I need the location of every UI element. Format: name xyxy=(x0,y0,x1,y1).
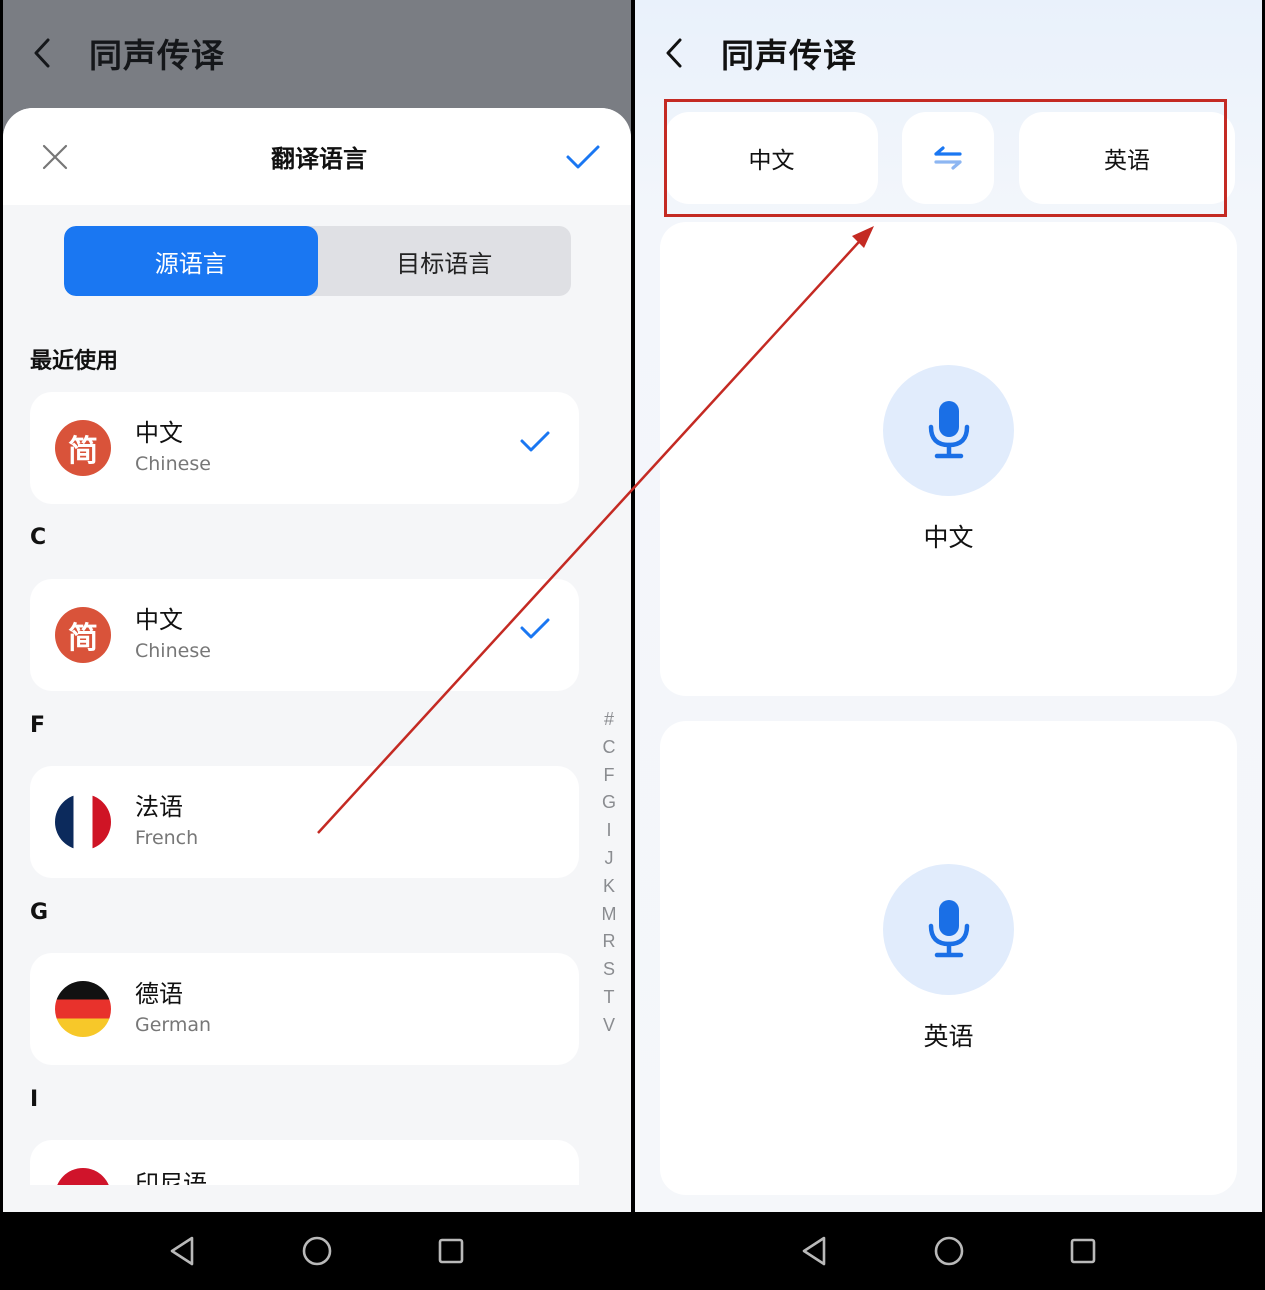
chevron-left-icon xyxy=(34,38,50,67)
language-item-german[interactable]: 德语 German xyxy=(30,953,579,1065)
source-speak-panel: 中文 xyxy=(660,222,1237,696)
language-english-name: Chinese xyxy=(135,453,211,475)
system-navigation-bar xyxy=(0,1212,633,1290)
section-header-recent: 最近使用 xyxy=(30,349,119,374)
confirm-button[interactable] xyxy=(563,137,603,177)
back-button[interactable] xyxy=(27,38,57,68)
index-letter[interactable]: G xyxy=(602,789,616,817)
triangle-back-icon xyxy=(170,1236,193,1266)
circle-home-icon xyxy=(934,1236,964,1266)
microphone-icon xyxy=(928,900,969,958)
sheet-title: 翻译语言 xyxy=(271,145,367,173)
circle-home-icon xyxy=(302,1236,331,1266)
language-item-french[interactable]: 法语 French xyxy=(30,766,579,878)
page-title: 同声传译 xyxy=(89,35,225,75)
square-recents-icon xyxy=(1070,1238,1096,1264)
annotation-highlight-box xyxy=(664,99,1227,217)
page-title: 同声传译 xyxy=(721,35,857,75)
language-item-indonesian[interactable]: 印尼语 xyxy=(30,1140,579,1185)
language-picker-screen: 同声传译 翻译语言 源语言 目标语言 最近使用 简 中文 Chinese C 简… xyxy=(3,0,631,1212)
section-header-f: F xyxy=(30,713,46,738)
back-button[interactable] xyxy=(659,38,689,68)
france-flag-icon xyxy=(55,794,111,850)
close-button[interactable] xyxy=(35,137,75,177)
chevron-left-icon xyxy=(666,38,682,67)
section-header-i: I xyxy=(30,1087,39,1112)
index-letter[interactable]: K xyxy=(603,873,615,901)
index-letter[interactable]: I xyxy=(606,817,611,845)
language-name: 中文 xyxy=(135,606,183,634)
language-direction-tabs: 源语言 目标语言 xyxy=(64,226,571,296)
index-letter[interactable]: R xyxy=(603,928,616,956)
alphabet-index-bar[interactable]: # C F G I J K M R S T V xyxy=(597,706,621,1040)
nav-back-button[interactable] xyxy=(116,1235,250,1267)
target-mic-button[interactable] xyxy=(883,863,1014,995)
index-letter[interactable]: T xyxy=(604,984,615,1012)
source-mic-button[interactable] xyxy=(883,364,1014,496)
section-header-c: C xyxy=(30,525,47,550)
indonesia-flag-icon xyxy=(55,1168,111,1185)
target-speak-panel: 英语 xyxy=(660,721,1237,1195)
square-recents-icon xyxy=(438,1238,463,1264)
index-letter[interactable]: F xyxy=(604,762,615,790)
language-name: 法语 xyxy=(135,793,183,821)
index-letter[interactable]: # xyxy=(604,706,614,734)
sheet-header: 翻译语言 xyxy=(3,108,631,205)
language-name: 中文 xyxy=(135,419,183,447)
language-name: 印尼语 xyxy=(135,1170,207,1185)
close-icon xyxy=(42,144,68,169)
chinese-flag-icon: 简 xyxy=(55,607,111,663)
nav-recents-button[interactable] xyxy=(384,1237,518,1265)
source-language-label: 中文 xyxy=(923,522,974,552)
target-language-label: 英语 xyxy=(923,1021,974,1051)
language-bottom-sheet: 翻译语言 源语言 目标语言 最近使用 简 中文 Chinese C 简 中文 C… xyxy=(3,108,631,1212)
selected-check-icon xyxy=(520,618,550,639)
nav-recents-button[interactable] xyxy=(1016,1237,1150,1265)
system-navigation-bar xyxy=(633,1212,1265,1290)
language-item-chinese[interactable]: 简 中文 Chinese xyxy=(30,579,579,691)
language-english-name: Chinese xyxy=(135,640,211,662)
index-letter[interactable]: C xyxy=(603,734,616,762)
index-letter[interactable]: M xyxy=(602,901,617,929)
microphone-icon xyxy=(928,401,969,459)
top-bar: 同声传译 xyxy=(3,0,631,105)
triangle-back-icon xyxy=(802,1236,826,1266)
nav-home-button[interactable] xyxy=(250,1235,384,1267)
nav-home-button[interactable] xyxy=(882,1235,1016,1267)
simultaneous-interpretation-screen: 同声传译 中文 英语 中文 英语 xyxy=(635,0,1262,1212)
tab-target-language[interactable]: 目标语言 xyxy=(318,226,572,296)
language-item-chinese-recent[interactable]: 简 中文 Chinese xyxy=(30,392,579,504)
nav-back-button[interactable] xyxy=(748,1235,882,1267)
language-list[interactable]: 最近使用 简 中文 Chinese C 简 中文 Chinese F 法语 Fr… xyxy=(3,333,631,1185)
section-header-g: G xyxy=(30,900,49,925)
index-letter[interactable]: S xyxy=(603,956,615,984)
tab-source-language[interactable]: 源语言 xyxy=(64,226,318,296)
language-english-name: French xyxy=(135,827,199,849)
selected-check-icon xyxy=(520,431,550,452)
check-icon xyxy=(566,145,600,168)
language-name: 德语 xyxy=(135,980,183,1008)
index-letter[interactable]: V xyxy=(603,1012,615,1040)
index-letter[interactable]: J xyxy=(605,845,614,873)
chinese-flag-icon: 简 xyxy=(55,420,111,476)
top-bar: 同声传译 xyxy=(635,0,1262,105)
germany-flag-icon xyxy=(55,981,111,1037)
language-english-name: German xyxy=(135,1014,212,1036)
